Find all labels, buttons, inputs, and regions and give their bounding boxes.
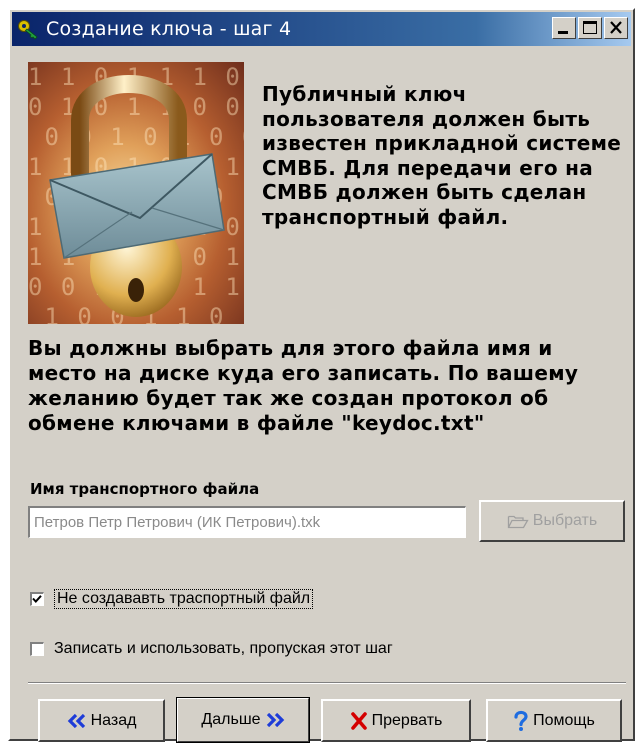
red-x-icon	[350, 711, 367, 730]
back-button[interactable]: Назад	[38, 699, 165, 742]
minimize-icon	[558, 31, 568, 34]
browse-button[interactable]: Выбрать	[479, 500, 625, 542]
option-no-transport-file[interactable]: Не создававть траспортный файл	[30, 589, 314, 609]
intro-text: Публичный ключ пользователя должен быть …	[262, 82, 622, 229]
button-separator	[28, 682, 626, 684]
option-save-and-skip[interactable]: Записать и использовать, пропуская этот …	[30, 640, 393, 658]
security-illustration: 1 1 0 1 1 1 0 0 0 1 0 1 1 0 0 1 0 0 1 0 …	[28, 62, 244, 324]
key-icon	[18, 20, 38, 40]
browse-button-label: Выбрать	[532, 512, 598, 529]
save-and-skip-checkbox[interactable]	[30, 642, 44, 656]
wizard-window: Создание ключа - шаг 4 1 1 0 1 1 1 0 0 0…	[8, 8, 635, 743]
close-icon	[610, 21, 622, 34]
instruction-text: Вы должны выбрать для этого файла имя и …	[28, 336, 579, 435]
cancel-button-label: Прервать	[371, 711, 443, 729]
help-button-label: Помощь	[533, 711, 595, 729]
no-transport-file-checkbox[interactable]	[30, 592, 44, 606]
question-mark-icon	[514, 710, 528, 731]
double-chevron-left-icon	[67, 713, 85, 728]
transport-file-label: Имя транспортного файла	[30, 480, 260, 498]
transport-file-input[interactable]: Петров Петр Петрович (ИК Петрович).txk	[28, 506, 466, 538]
double-chevron-right-icon	[266, 713, 284, 727]
cancel-button[interactable]: Прервать	[321, 699, 471, 742]
back-button-label: Назад	[90, 711, 137, 729]
title-bar[interactable]: Создание ключа - шаг 4	[12, 12, 631, 46]
window-title: Создание ключа - шаг 4	[46, 18, 292, 40]
maximize-icon	[583, 21, 597, 34]
maximize-button[interactable]	[578, 17, 602, 39]
close-button[interactable]	[604, 17, 628, 39]
envelope-lock-icon	[49, 75, 225, 317]
title-bar-buttons	[552, 17, 628, 41]
next-button[interactable]: Дальше	[176, 697, 310, 743]
checkmark-icon	[32, 595, 42, 603]
no-transport-file-label: Не создававть траспортный файл	[54, 589, 314, 609]
save-and-skip-label: Записать и использовать, пропуская этот …	[54, 640, 393, 657]
folder-open-icon	[507, 515, 529, 529]
next-button-label: Дальше	[201, 711, 261, 728]
minimize-button[interactable]	[552, 17, 576, 39]
help-button[interactable]: Помощь	[486, 699, 622, 742]
